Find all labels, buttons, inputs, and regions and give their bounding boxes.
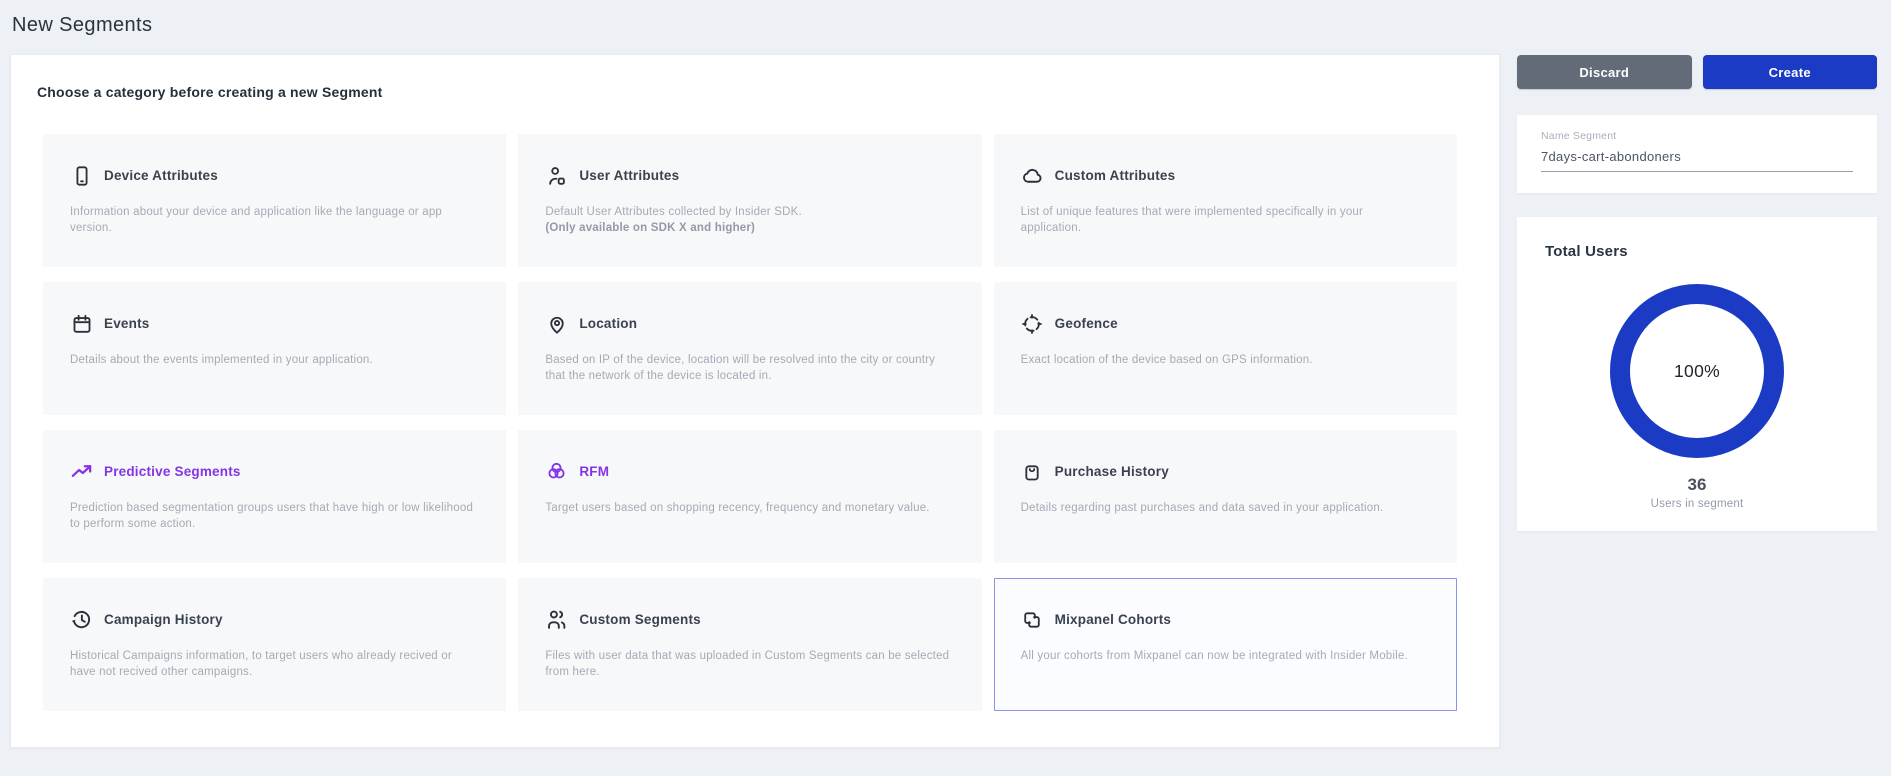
trending-up-icon	[70, 460, 93, 483]
users-in-segment-count: 36	[1517, 475, 1877, 495]
name-segment-input[interactable]	[1541, 149, 1853, 172]
cloud-icon	[1021, 164, 1044, 187]
category-card-events[interactable]: Events Details about the events implemen…	[43, 282, 506, 415]
discard-button[interactable]: Discard	[1517, 55, 1692, 89]
category-card-predictive-segments[interactable]: Predictive Segments Prediction based seg…	[43, 430, 506, 563]
card-description: Files with user data that was uploaded i…	[545, 648, 950, 680]
name-segment-card: Name Segment	[1517, 115, 1877, 193]
card-description: All your cohorts from Mixpanel can now b…	[1021, 648, 1426, 664]
card-description: Default User Attributes collected by Ins…	[545, 204, 950, 220]
card-head: RFM	[545, 460, 954, 483]
card-head: Events	[70, 312, 479, 335]
card-description: Information about your device and applic…	[70, 204, 475, 236]
card-head: Predictive Segments	[70, 460, 479, 483]
map-pin-icon	[545, 312, 568, 335]
page-title: New Segments	[12, 14, 152, 37]
donut-percentage: 100%	[1610, 284, 1784, 458]
geofence-icon	[1021, 312, 1044, 335]
card-title: Custom Segments	[579, 612, 701, 627]
card-head: Location	[545, 312, 954, 335]
device-icon	[70, 164, 93, 187]
category-card-rfm[interactable]: RFM Target users based on shopping recen…	[518, 430, 981, 563]
total-users-donut-chart: 100%	[1610, 284, 1784, 458]
users-in-segment-caption: Users in segment	[1517, 498, 1877, 510]
panel-heading: Choose a category before creating a new …	[37, 84, 383, 100]
card-head: Device Attributes	[70, 164, 479, 187]
card-title: Events	[104, 316, 149, 331]
card-title: Location	[579, 316, 637, 331]
card-description: Target users based on shopping recency, …	[545, 500, 950, 516]
segment-category-panel: Choose a category before creating a new …	[10, 54, 1500, 748]
card-title: Predictive Segments	[104, 464, 241, 479]
card-head: Custom Attributes	[1021, 164, 1430, 187]
name-segment-label: Name Segment	[1541, 130, 1853, 142]
category-card-geofence[interactable]: Geofence Exact location of the device ba…	[994, 282, 1457, 415]
category-card-custom-attributes[interactable]: Custom Attributes List of unique feature…	[994, 134, 1457, 267]
category-grid: Device Attributes Information about your…	[43, 134, 1457, 711]
card-description: Details regarding past purchases and dat…	[1021, 500, 1426, 516]
card-head: Campaign History	[70, 608, 479, 631]
card-description: Prediction based segmentation groups use…	[70, 500, 475, 532]
venn-icon	[545, 460, 568, 483]
category-card-user-attributes[interactable]: User Attributes Default User Attributes …	[518, 134, 981, 267]
user-icon	[545, 164, 568, 187]
total-users-card: Total Users 100% 36 Users in segment	[1517, 217, 1877, 531]
card-description: Historical Campaigns information, to tar…	[70, 648, 475, 680]
shopping-bag-icon	[1021, 460, 1044, 483]
calendar-icon	[70, 312, 93, 335]
history-clock-icon	[70, 608, 93, 631]
card-head: Mixpanel Cohorts	[1021, 608, 1430, 631]
card-title: Mixpanel Cohorts	[1055, 612, 1171, 627]
card-head: Custom Segments	[545, 608, 954, 631]
category-card-custom-segments[interactable]: Custom Segments Files with user data tha…	[518, 578, 981, 711]
card-title: Custom Attributes	[1055, 168, 1176, 183]
category-card-location[interactable]: Location Based on IP of the device, loca…	[518, 282, 981, 415]
card-description: Based on IP of the device, location will…	[545, 352, 950, 384]
card-title: Geofence	[1055, 316, 1118, 331]
card-head: Purchase History	[1021, 460, 1430, 483]
card-head: User Attributes	[545, 164, 954, 187]
card-description: Details about the events implemented in …	[70, 352, 475, 368]
action-buttons: Discard Create	[1517, 55, 1877, 89]
card-title: User Attributes	[579, 168, 679, 183]
card-title: Campaign History	[104, 612, 223, 627]
mixpanel-link-icon	[1021, 608, 1044, 631]
category-card-purchase-history[interactable]: Purchase History Details regarding past …	[994, 430, 1457, 563]
card-description: Exact location of the device based on GP…	[1021, 352, 1426, 368]
card-title: Purchase History	[1055, 464, 1169, 479]
category-card-campaign-history[interactable]: Campaign History Historical Campaigns in…	[43, 578, 506, 711]
category-card-device-attributes[interactable]: Device Attributes Information about your…	[43, 134, 506, 267]
total-users-title: Total Users	[1545, 243, 1877, 260]
category-card-mixpanel-cohorts[interactable]: Mixpanel Cohorts All your cohorts from M…	[994, 578, 1457, 711]
card-title: Device Attributes	[104, 168, 218, 183]
card-title: RFM	[579, 464, 609, 479]
create-button[interactable]: Create	[1703, 55, 1878, 89]
card-description: List of unique features that were implem…	[1021, 204, 1426, 236]
users-icon	[545, 608, 568, 631]
card-head: Geofence	[1021, 312, 1430, 335]
card-description-note: (Only available on SDK X and higher)	[545, 220, 950, 236]
